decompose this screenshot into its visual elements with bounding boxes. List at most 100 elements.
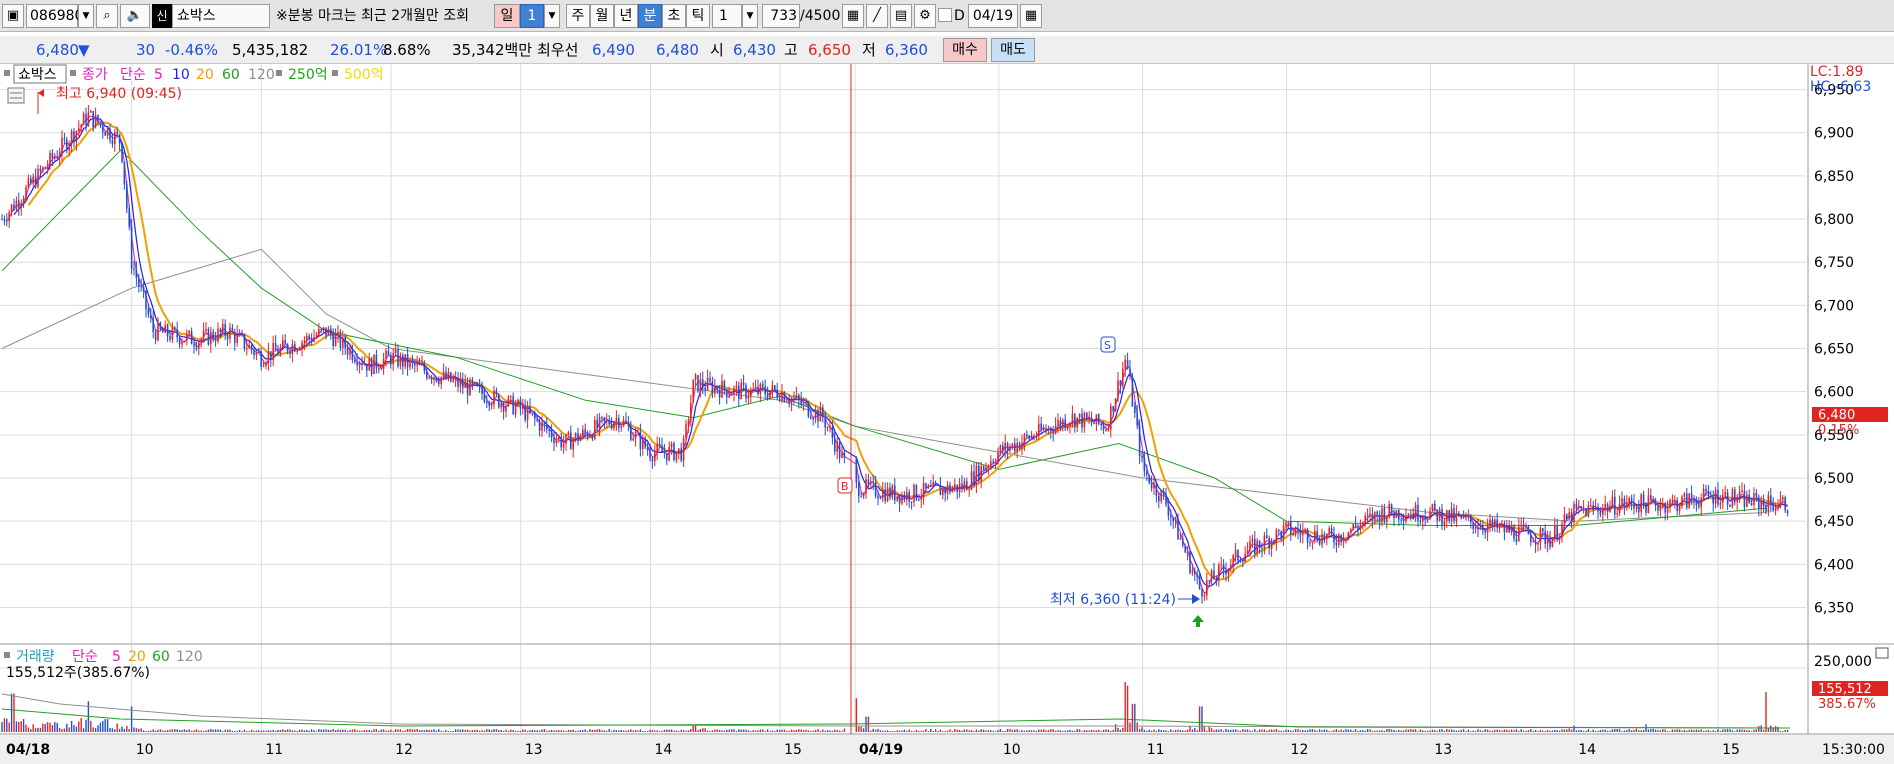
candle-body (1681, 496, 1683, 507)
date-checkbox[interactable] (938, 8, 952, 22)
candle-body (778, 397, 781, 401)
candle-body (1695, 500, 1698, 506)
candle-body (325, 327, 327, 336)
indicator-add-icon[interactable]: ▦ (842, 4, 864, 28)
calendar-icon[interactable]: ▦ (1020, 4, 1042, 28)
candle-body (1678, 506, 1681, 511)
date-input[interactable]: 04/19 (968, 4, 1018, 28)
candle-body (1530, 534, 1532, 542)
candle-body (318, 328, 320, 336)
candle-body (1438, 509, 1441, 521)
interval-value[interactable]: 1 (520, 4, 544, 28)
candle-body (886, 487, 889, 502)
code-dropdown-icon[interactable]: ▼ (78, 4, 94, 28)
candle-body (116, 131, 118, 135)
candle-body (764, 386, 766, 395)
stock-name-field[interactable]: 쇼박스 (172, 4, 270, 28)
legend-ma60: 60 (222, 67, 240, 83)
candle-body (1626, 503, 1628, 508)
candle-body (819, 407, 822, 422)
candle-body (1280, 531, 1282, 539)
candle-body (1148, 474, 1150, 484)
candle-body (1282, 525, 1285, 539)
candle-body (651, 458, 654, 462)
buy-button[interactable]: 매수 (943, 38, 987, 62)
candle-body (152, 318, 154, 332)
speaker-icon[interactable]: 🔈 (120, 4, 150, 28)
candle-body (140, 286, 142, 288)
candle-body (574, 433, 577, 440)
stock-chart[interactable]: 6,3506,4006,4506,5006,5506,6006,6506,700… (0, 64, 1894, 764)
candle-body (958, 483, 961, 492)
sell-button[interactable]: 매도 (991, 38, 1035, 62)
candle-body (1484, 530, 1486, 533)
volume-panel-close-icon[interactable] (1875, 647, 1889, 659)
candle-body (1650, 495, 1652, 500)
candle-body (435, 377, 438, 382)
candle-body (661, 446, 663, 452)
candle-body (442, 371, 445, 377)
period-month-button[interactable]: 월 (590, 4, 614, 28)
candle-body (457, 377, 459, 387)
candle-body (1549, 539, 1551, 548)
buy-signal-label: B (841, 480, 849, 493)
unit-dropdown-icon[interactable]: ▼ (742, 4, 758, 28)
candle-body (1779, 499, 1782, 508)
candle-body (1542, 528, 1544, 532)
candle-body (10, 204, 13, 213)
candle-body (1510, 526, 1513, 533)
candle-body (32, 176, 34, 184)
volume-current-tag-text: 155,512 (1818, 682, 1872, 697)
candle-body (37, 168, 39, 187)
candle-body (1386, 516, 1388, 522)
candle-body (1410, 513, 1412, 517)
candle-body (1126, 359, 1129, 369)
best-quote-label: 최우선 (537, 41, 579, 59)
unit-value-input[interactable]: 1 (712, 4, 742, 28)
candle-body (342, 336, 344, 348)
chart-menu-icon[interactable]: ▣ (2, 4, 24, 28)
table-toggle-icon[interactable] (7, 87, 25, 104)
candle-body (757, 386, 759, 394)
candle-body (1378, 514, 1381, 523)
candle-body (253, 350, 255, 355)
candle-body (1398, 510, 1400, 520)
lc-indicator: LC:1.89 (1810, 64, 1863, 80)
candle-body (922, 483, 925, 497)
period-second-button[interactable]: 초 (662, 4, 686, 28)
candle-body (1040, 423, 1042, 431)
candle-body (1018, 442, 1021, 449)
candle-body (997, 452, 999, 463)
interval-dropdown-icon[interactable]: ▼ (544, 4, 560, 28)
candle-body (320, 328, 322, 330)
save-icon[interactable]: ▤ (890, 4, 912, 28)
candle-body (956, 484, 958, 492)
candle-body (1486, 525, 1489, 533)
draw-tool-icon[interactable]: ╱ (866, 4, 888, 28)
candle-body (1246, 550, 1249, 555)
candle-body (284, 340, 286, 345)
period-day-button[interactable]: 일 (494, 4, 520, 28)
search-icon[interactable]: ⌕ (96, 4, 118, 28)
candle-body (1261, 547, 1263, 549)
candle-body (1086, 412, 1088, 419)
period-week-button[interactable]: 주 (566, 4, 590, 28)
candle-body (483, 394, 486, 403)
ma120-line (1, 248, 1767, 522)
settings-icon[interactable]: ⚙ (914, 4, 936, 28)
period-year-button[interactable]: 년 (614, 4, 638, 28)
candle-body (15, 200, 18, 210)
count-input[interactable]: 733 (762, 4, 800, 28)
candle-body (610, 424, 613, 429)
candle-body (1330, 528, 1333, 534)
stock-code-input[interactable]: 086980 (26, 4, 83, 28)
candle-body (1066, 425, 1069, 429)
candle-body (1628, 498, 1630, 504)
candle-body (447, 372, 450, 380)
period-minute-button[interactable]: 분 (638, 4, 662, 28)
candle-body (826, 427, 829, 429)
candle-body (1203, 595, 1206, 597)
candle-body (1328, 528, 1330, 534)
period-tick-button[interactable]: 틱 (686, 4, 710, 28)
candle-body (898, 496, 901, 504)
